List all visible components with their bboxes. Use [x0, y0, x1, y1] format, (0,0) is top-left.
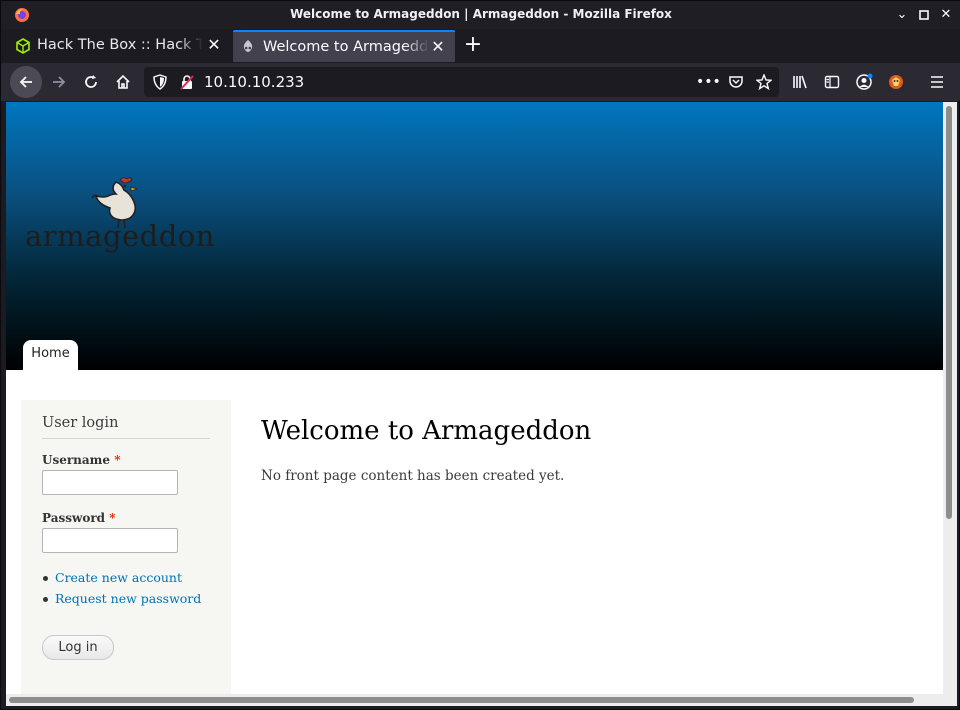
sidebar-icon[interactable] [819, 69, 845, 95]
tab-title: Welcome to Armageddon | Armageddon [263, 39, 429, 55]
account-icon[interactable] [851, 69, 877, 95]
password-input[interactable] [42, 528, 178, 553]
navigation-bar: 10.10.10.233 ••• [1, 63, 960, 101]
forward-button[interactable] [43, 66, 75, 98]
username-label: Username * [42, 453, 121, 467]
nav-home-tab[interactable]: Home [23, 340, 78, 370]
username-input[interactable] [42, 470, 178, 495]
insecure-lock-icon[interactable] [179, 74, 195, 90]
page-body-text: No front page content has been created y… [261, 468, 565, 484]
minimize-icon[interactable]: ⌄ [893, 6, 911, 24]
login-links: Create new account Request new password [42, 570, 201, 612]
request-password-link[interactable]: Request new password [42, 591, 201, 612]
library-icon[interactable] [787, 69, 813, 95]
close-window-icon[interactable]: ✕ [937, 6, 955, 24]
home-button[interactable] [107, 66, 139, 98]
site-logo-text[interactable]: armageddon [25, 219, 215, 253]
tab-hackthebox[interactable]: Hack The Box :: Hack The Box ✕ [7, 30, 229, 62]
page-viewport: armageddon Home User login Username * Pa… [6, 102, 943, 694]
horizontal-scroll-thumb[interactable] [9, 697, 914, 703]
drupal-icon [243, 40, 253, 52]
tab-close-icon[interactable]: ✕ [429, 37, 447, 57]
vertical-scroll-thumb[interactable] [946, 106, 952, 519]
login-button[interactable]: Log in [42, 635, 114, 660]
maximize-icon[interactable] [915, 6, 933, 24]
url-bar[interactable]: 10.10.10.233 ••• [144, 67, 779, 97]
title-bar: Welcome to Armageddon | Armageddon - Moz… [1, 1, 960, 29]
site-header: armageddon Home [6, 102, 943, 370]
tab-close-icon[interactable]: ✕ [205, 35, 223, 55]
new-tab-button[interactable]: + [461, 32, 485, 58]
password-label: Password * [42, 511, 116, 525]
reload-icon [85, 75, 97, 88]
back-arrow-icon [19, 76, 32, 88]
page-title: Welcome to Armageddon [261, 416, 592, 446]
reload-button[interactable] [75, 66, 107, 98]
tab-title: Hack The Box :: Hack The Box [37, 37, 203, 53]
user-login-block: User login Username * Password * Create … [21, 400, 231, 694]
url-text[interactable]: 10.10.10.233 [204, 73, 304, 91]
home-icon [116, 74, 130, 89]
tab-armageddon[interactable]: Welcome to Armageddon | Armageddon ✕ [233, 30, 455, 62]
create-account-link[interactable]: Create new account [42, 570, 201, 591]
window-title: Welcome to Armageddon | Armageddon - Moz… [290, 7, 672, 21]
page-actions-icon[interactable]: ••• [696, 70, 721, 94]
block-divider [42, 438, 210, 439]
forward-arrow-icon [53, 76, 66, 88]
bookmark-star-icon[interactable] [752, 70, 776, 94]
tracking-shield-icon[interactable] [152, 74, 168, 90]
back-button[interactable] [10, 66, 42, 98]
extension-icon[interactable] [883, 69, 909, 95]
vertical-scrollbar[interactable] [943, 102, 957, 694]
htb-cube-icon [16, 38, 30, 54]
tab-bar: Hack The Box :: Hack The Box ✕ Welcome t… [1, 29, 960, 63]
hamburger-menu-icon[interactable] [924, 69, 950, 95]
block-title: User login [42, 415, 119, 431]
horizontal-scrollbar[interactable] [6, 694, 957, 706]
pocket-icon[interactable] [724, 70, 748, 94]
browser-window: Welcome to Armageddon | Armageddon - Moz… [0, 0, 960, 710]
